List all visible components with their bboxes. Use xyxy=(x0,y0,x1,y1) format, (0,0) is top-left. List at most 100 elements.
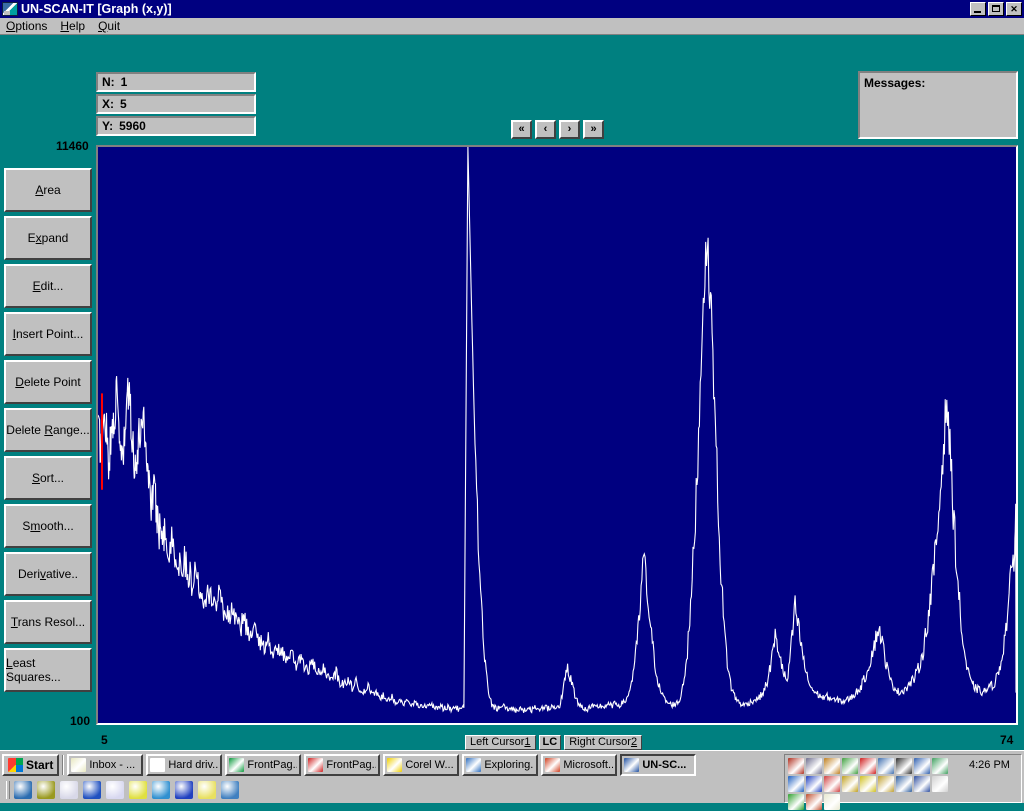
readout-x: X: 5 xyxy=(96,94,256,114)
last-point-button[interactable]: » xyxy=(583,120,604,139)
delete-point-button[interactable]: Delete Point xyxy=(4,360,92,404)
envelope-icon[interactable] xyxy=(824,794,840,810)
frontpage-icon xyxy=(229,758,245,772)
readout-n: N: 1 xyxy=(96,72,256,92)
lc-indicator[interactable]: LC xyxy=(538,735,562,750)
taskbar-button-label: FrontPag... xyxy=(247,759,298,771)
taskbar-button-0[interactable]: Inbox - ... xyxy=(67,754,144,776)
menu-item-help[interactable]: Help xyxy=(54,18,92,34)
sort-button[interactable]: Sort... xyxy=(4,456,92,500)
internet-explorer-icon[interactable] xyxy=(14,781,32,799)
graph-plot-area[interactable] xyxy=(96,145,1018,725)
taskbar-button-6[interactable]: Microsoft... xyxy=(541,754,618,776)
expand-button-label: Expand xyxy=(27,231,69,245)
taskbar-button-label: Inbox - ... xyxy=(89,759,136,771)
expand-button[interactable]: Expand xyxy=(4,216,92,260)
network-icon[interactable] xyxy=(914,758,930,774)
right-cursor-button[interactable]: Right Cursor 2 xyxy=(564,735,643,750)
maximize-button[interactable] xyxy=(988,2,1004,16)
display-icon[interactable] xyxy=(878,758,894,774)
delete-range-button[interactable]: Delete Range... xyxy=(4,408,92,452)
plot-background xyxy=(98,147,1016,723)
unscanit-app-icon xyxy=(2,2,18,16)
volume-icon[interactable] xyxy=(896,758,912,774)
readout-y-value: 5960 xyxy=(119,119,146,133)
windows-taskbar: Start Inbox - ... Hard driv... FrontPag...… xyxy=(0,750,1024,810)
next-point-button[interactable]: › xyxy=(559,120,580,139)
taskbar-button-7[interactable]: UN-SC... xyxy=(620,754,697,776)
cursor-control-bar: Left Cursor 1 LC Right Cursor 2 xyxy=(465,735,643,750)
insert-point-button-label: Insert Point... xyxy=(12,327,84,341)
start-button-label: Start xyxy=(26,758,54,772)
printer-icon[interactable] xyxy=(806,758,822,774)
key-icon[interactable] xyxy=(842,776,858,792)
equalizer-icon[interactable] xyxy=(842,758,858,774)
taskbar-button-5[interactable]: Exploring... xyxy=(462,754,539,776)
messenger-icon[interactable] xyxy=(806,776,822,792)
calendar-icon[interactable] xyxy=(932,776,948,792)
explorer-icon[interactable] xyxy=(129,781,147,799)
ati-icon[interactable] xyxy=(860,758,876,774)
edit-button[interactable]: Edit... xyxy=(4,264,92,308)
left-cursor-button[interactable]: Left Cursor 1 xyxy=(465,735,536,750)
globe-icon[interactable] xyxy=(152,781,170,799)
taskbar-button-row: Start Inbox - ... Hard driv... FrontPag...… xyxy=(0,753,1024,810)
messages-panel: Messages: xyxy=(858,71,1018,139)
window-titlebar: UN-SCAN-IT [Graph (x,y)] ✕ xyxy=(0,0,1024,18)
quick-launch-grip[interactable] xyxy=(6,781,10,799)
taskbar-button-4[interactable]: Corel W... xyxy=(383,754,460,776)
minimize-button[interactable] xyxy=(970,2,986,16)
y-axis-max-label: 11460 xyxy=(56,139,89,153)
readout-y: Y: 5960 xyxy=(96,116,256,136)
taskbar-divider xyxy=(62,755,65,775)
explorer-e-icon[interactable] xyxy=(788,776,804,792)
edit-button-label: Edit... xyxy=(32,279,64,293)
taskbar-button-2[interactable]: FrontPag... xyxy=(225,754,302,776)
menu-bar: Options Help Quit xyxy=(0,18,1024,35)
least-squares-button[interactable]: Least Squares... xyxy=(4,648,92,692)
x-axis-max-label: 74 xyxy=(1000,733,1014,747)
corel-pen-icon[interactable] xyxy=(83,781,101,799)
smooth-button[interactable]: Smooth... xyxy=(4,504,92,548)
taskbar-button-3[interactable]: FrontPag... xyxy=(304,754,381,776)
scanner-icon[interactable] xyxy=(788,758,804,774)
frontpage-icon[interactable] xyxy=(106,781,124,799)
screen-icon[interactable] xyxy=(914,776,930,792)
paint-icon[interactable] xyxy=(198,781,216,799)
pencil-icon[interactable] xyxy=(860,776,876,792)
system-tray: 4:26 PM xyxy=(784,754,1022,810)
start-button[interactable]: Start xyxy=(2,754,60,776)
chart-icon[interactable] xyxy=(788,794,804,810)
derivative-button[interactable]: Derivative.. xyxy=(4,552,92,596)
mail-icon[interactable] xyxy=(60,781,78,799)
close-button[interactable]: ✕ xyxy=(1006,2,1022,16)
media-icon[interactable] xyxy=(221,781,239,799)
tray-clock[interactable]: 4:26 PM xyxy=(969,755,1010,771)
insert-point-button[interactable]: Insert Point... xyxy=(4,312,92,356)
exploring-icon xyxy=(466,758,482,772)
modem-icon[interactable] xyxy=(896,776,912,792)
menu-item-options[interactable]: Options xyxy=(0,18,54,34)
previous-point-button[interactable]: ‹ xyxy=(535,120,556,139)
readout-n-label: N: xyxy=(102,75,115,89)
office-icon xyxy=(545,758,561,772)
readout-y-label: Y: xyxy=(102,119,114,133)
coordinate-readout-panel: N: 1 X: 5 Y: 5960 xyxy=(96,72,256,138)
messenger-icon[interactable] xyxy=(175,781,193,799)
taskbar-button-label: Corel W... xyxy=(405,759,454,771)
quick-launch-icons xyxy=(14,781,244,799)
spiral-icon[interactable] xyxy=(878,776,894,792)
menu-item-quit[interactable]: Quit xyxy=(92,18,127,34)
palette-icon[interactable] xyxy=(806,794,822,810)
monitor-icon[interactable] xyxy=(932,758,948,774)
taskbar-button-1[interactable]: Hard driv... xyxy=(146,754,223,776)
clock-icon[interactable] xyxy=(37,781,55,799)
taskbar-button-label: Exploring... xyxy=(484,759,535,771)
delete-range-button-label: Delete Range... xyxy=(6,423,90,437)
windows-flag-icon xyxy=(8,758,23,772)
colors-icon[interactable] xyxy=(824,776,840,792)
area-button[interactable]: Area xyxy=(4,168,92,212)
fax-icon[interactable] xyxy=(824,758,840,774)
trans-resol-button[interactable]: Trans Resol... xyxy=(4,600,92,644)
first-point-button[interactable]: « xyxy=(511,120,532,139)
